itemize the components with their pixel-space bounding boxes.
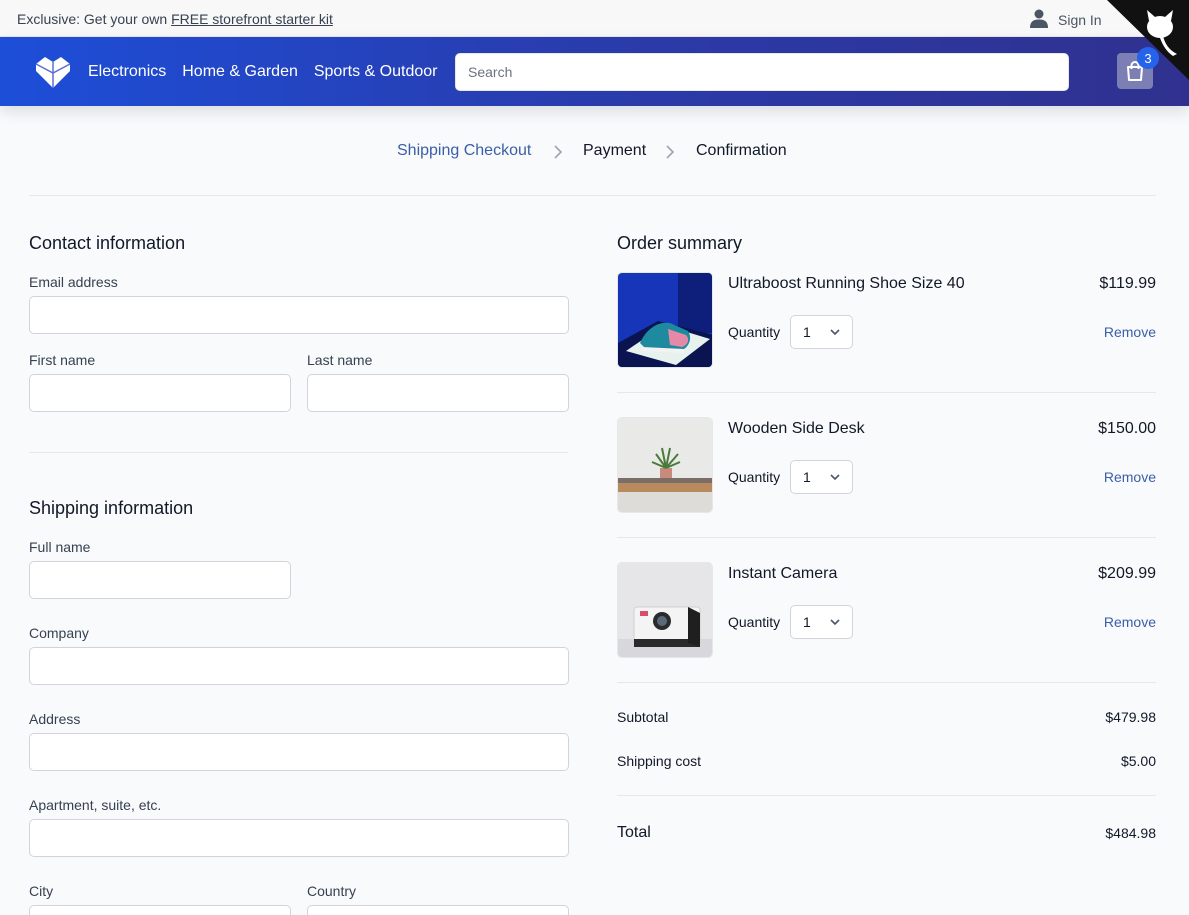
remove-button[interactable]: Remove [1104, 324, 1156, 340]
sign-in-label: Sign In [1058, 11, 1102, 28]
first-name-label: First name [29, 352, 96, 368]
divider [29, 195, 1156, 196]
chevron-down-icon [830, 619, 840, 626]
quantity-value: 1 [803, 324, 811, 340]
item-price: $150.00 [1098, 420, 1156, 437]
apartment-field[interactable] [29, 819, 569, 857]
chevron-right-icon [666, 145, 674, 159]
subtotal-value: $479.98 [1105, 709, 1156, 725]
subtotal-label: Subtotal [617, 709, 669, 725]
chevron-down-icon [830, 474, 840, 481]
address-field[interactable] [29, 733, 569, 771]
city-label: City [29, 883, 54, 899]
chevron-right-icon [554, 145, 562, 159]
divider [617, 682, 1156, 683]
quantity-select[interactable]: 1 [790, 460, 853, 494]
store-logo-icon[interactable] [34, 55, 72, 89]
last-name-label: Last name [307, 352, 373, 368]
step-payment[interactable]: Payment [583, 142, 646, 160]
item-name: Ultraboost Running Shoe Size 40 [728, 275, 965, 292]
main-header: Electronics Home & Garden Sports & Outdo… [0, 37, 1189, 106]
last-name-field[interactable] [307, 374, 569, 412]
contact-title: Contact information [29, 233, 186, 253]
step-shipping-checkout[interactable]: Shipping Checkout [397, 142, 531, 160]
item-price: $119.99 [1099, 275, 1156, 292]
order-item: Wooden Side Desk $150.00 Quantity 1 Remo… [617, 417, 1156, 513]
item-name: Wooden Side Desk [728, 420, 865, 437]
country-field[interactable] [307, 905, 569, 915]
remove-button[interactable]: Remove [1104, 469, 1156, 485]
order-item: Instant Camera $209.99 Quantity 1 Remove [617, 562, 1156, 658]
shipping-cost-label: Shipping cost [617, 753, 702, 769]
item-name: Instant Camera [728, 565, 838, 582]
quantity-value: 1 [803, 469, 811, 485]
company-field[interactable] [29, 647, 569, 685]
order-item: Ultraboost Running Shoe Size 40 $119.99 … [617, 272, 1156, 368]
promo-link[interactable]: FREE storefront starter kit [171, 11, 333, 27]
quantity-select[interactable]: 1 [790, 605, 853, 639]
category-nav: Electronics Home & Garden Sports & Outdo… [88, 63, 437, 81]
step-confirmation[interactable]: Confirmation [696, 142, 787, 160]
country-label: Country [307, 883, 357, 899]
chevron-down-icon [830, 329, 840, 336]
email-label: Email address [29, 274, 118, 290]
total-value: $484.98 [1105, 825, 1156, 841]
nav-sports-outdoor[interactable]: Sports & Outdoor [314, 63, 438, 81]
divider [617, 392, 1156, 393]
quantity-label: Quantity [728, 614, 781, 630]
quantity-value: 1 [803, 614, 811, 630]
user-icon [1029, 8, 1049, 31]
quantity-label: Quantity [728, 324, 781, 340]
city-field[interactable] [29, 905, 291, 915]
github-corner-icon[interactable] [1107, 0, 1189, 80]
divider [29, 452, 568, 453]
shipping-cost-value: $5.00 [1120, 753, 1156, 769]
full-name-field[interactable] [29, 561, 291, 599]
promo-bar: Exclusive: Get your own FREE storefront … [0, 0, 1189, 37]
address-label: Address [29, 711, 81, 727]
product-image-desk[interactable] [617, 417, 713, 513]
company-label: Company [29, 625, 89, 641]
first-name-field[interactable] [29, 374, 291, 412]
promo-text: Exclusive: Get your own FREE storefront … [17, 11, 333, 27]
order-summary-title: Order summary [617, 233, 743, 253]
divider [617, 537, 1156, 538]
checkout-steps: Shipping Checkout Payment Confirmation [0, 142, 1189, 162]
search-input[interactable] [455, 53, 1069, 91]
quantity-label: Quantity [728, 469, 781, 485]
email-field[interactable] [29, 296, 569, 334]
remove-button[interactable]: Remove [1104, 614, 1156, 630]
sign-in-button[interactable]: Sign In [1029, 8, 1102, 31]
divider [617, 795, 1156, 796]
item-price: $209.99 [1098, 565, 1156, 582]
nav-electronics[interactable]: Electronics [88, 63, 166, 81]
full-name-label: Full name [29, 539, 91, 555]
promo-prefix: Exclusive: Get your own [17, 11, 172, 27]
shipping-title: Shipping information [29, 498, 194, 518]
nav-home-garden[interactable]: Home & Garden [182, 63, 298, 81]
product-image-shoe[interactable] [617, 272, 713, 368]
apartment-label: Apartment, suite, etc. [29, 797, 162, 813]
total-label: Total [617, 824, 651, 841]
product-image-camera[interactable] [617, 562, 713, 658]
quantity-select[interactable]: 1 [790, 315, 853, 349]
